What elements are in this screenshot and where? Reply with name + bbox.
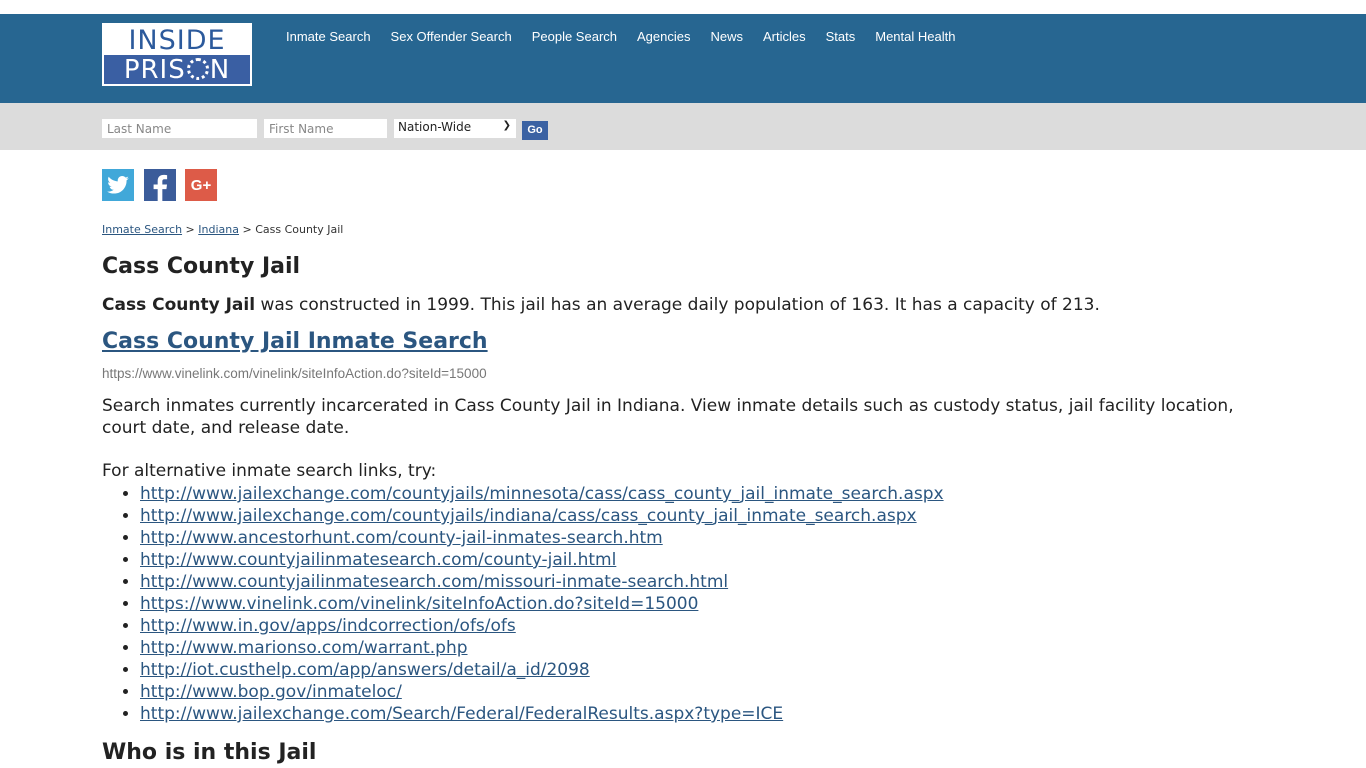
google-plus-share-button[interactable]: G+ [185,169,217,201]
list-item: http://www.jailexchange.com/countyjails/… [140,483,944,505]
last-name-input[interactable] [102,119,257,138]
chevron-down-icon: ❯ [502,120,511,131]
alt-link[interactable]: http://iot.custhelp.com/app/answers/deta… [140,660,590,680]
alt-link[interactable]: http://www.countyjailinmatesearch.com/co… [140,550,616,570]
breadcrumb-indiana[interactable]: Indiana [198,223,239,236]
list-item: http://www.marionso.com/warrant.php [140,637,944,659]
go-button[interactable]: Go [522,121,548,140]
social-share: G+ [102,169,217,202]
jail-intro-text: was constructed in 1999. This jail has a… [255,295,1100,315]
facebook-icon [153,174,168,202]
logo-text-b: N [209,54,231,85]
jail-intro: Cass County Jail was constructed in 1999… [102,295,1100,315]
alt-link[interactable]: http://www.in.gov/apps/indcorrection/ofs… [140,616,516,636]
alt-link[interactable]: https://www.vinelink.com/vinelink/siteIn… [140,594,698,614]
breadcrumb: Inmate Search > Indiana > Cass County Ja… [102,223,343,236]
region-select[interactable]: Nation-Wide ❯ [394,119,516,138]
top-strip [0,0,1366,14]
alt-link[interactable]: http://www.countyjailinmatesearch.com/mi… [140,572,728,592]
breadcrumb-current: Cass County Jail [255,223,344,236]
twitter-share-button[interactable] [102,169,134,201]
alt-links-list: http://www.jailexchange.com/countyjails/… [140,483,944,725]
main-nav: Inmate Search Sex Offender Search People… [286,29,975,44]
nav-articles[interactable]: Articles [763,29,806,44]
site-logo[interactable]: INSIDE PRIS N [102,23,252,86]
logo-line-1: INSIDE [128,24,226,56]
search-description: Search inmates currently incarcerated in… [102,396,1234,438]
alt-link[interactable]: http://www.ancestorhunt.com/county-jail-… [140,528,663,548]
section-title-who-is-in-jail: Who is in this Jail [102,740,317,765]
list-item: https://www.vinelink.com/vinelink/siteIn… [140,593,944,615]
list-item: http://iot.custhelp.com/app/answers/deta… [140,659,944,681]
nav-sex-offender-search[interactable]: Sex Offender Search [391,29,512,44]
twitter-icon [107,176,129,194]
nav-news[interactable]: News [710,29,743,44]
first-name-input[interactable] [264,119,387,138]
list-item: http://www.bop.gov/inmateloc/ [140,681,944,703]
nav-inmate-search[interactable]: Inmate Search [286,29,371,44]
nav-agencies[interactable]: Agencies [637,29,690,44]
nav-people-search[interactable]: People Search [532,29,617,44]
list-item: http://www.ancestorhunt.com/county-jail-… [140,527,944,549]
alt-link[interactable]: http://www.marionso.com/warrant.php [140,638,468,658]
logo-line-2: PRIS N [104,55,250,84]
list-item: http://www.in.gov/apps/indcorrection/ofs… [140,615,944,637]
nav-mental-health[interactable]: Mental Health [875,29,955,44]
nav-stats[interactable]: Stats [826,29,856,44]
alt-link[interactable]: http://www.jailexchange.com/countyjails/… [140,506,917,526]
alt-link[interactable]: http://www.jailexchange.com/Search/Feder… [140,704,783,724]
page-title: Cass County Jail [102,254,301,279]
breadcrumb-separator: > [185,223,195,236]
list-item: http://www.jailexchange.com/countyjails/… [140,505,944,527]
jail-name-bold: Cass County Jail [102,295,256,315]
breadcrumb-separator: > [242,223,252,236]
facebook-share-button[interactable] [144,169,176,202]
inmate-search-url: https://www.vinelink.com/vinelink/siteIn… [102,366,487,381]
list-item: http://www.jailexchange.com/Search/Feder… [140,703,944,725]
alt-links-intro: For alternative inmate search links, try… [102,461,437,481]
site-header: INSIDE PRIS N Inmate Search Sex Offender … [0,14,1366,103]
alt-link[interactable]: http://www.jailexchange.com/countyjails/… [140,484,944,504]
logo-text-a: PRIS [123,54,186,85]
list-item: http://www.countyjailinmatesearch.com/mi… [140,571,944,593]
list-item: http://www.countyjailinmatesearch.com/co… [140,549,944,571]
barbed-wire-o-icon [186,57,209,80]
region-select-value: Nation-Wide [398,120,472,134]
inmate-search-link[interactable]: Cass County Jail Inmate Search [102,329,488,354]
google-plus-icon: G+ [190,176,212,194]
alt-link[interactable]: http://www.bop.gov/inmateloc/ [140,682,402,702]
breadcrumb-inmate-search[interactable]: Inmate Search [102,223,182,236]
search-bar: Nation-Wide ❯ Go [0,103,1366,150]
